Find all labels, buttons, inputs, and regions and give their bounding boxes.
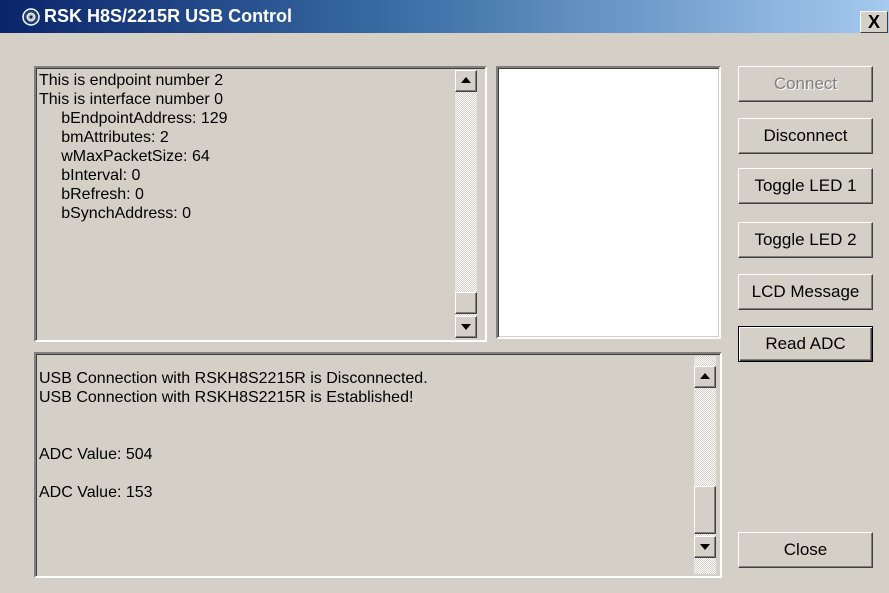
text-line bbox=[39, 463, 428, 482]
scroll-down-arrow-icon bbox=[461, 324, 471, 330]
text-line: ADC Value: 504 bbox=[39, 446, 153, 463]
log-box[interactable]: USB Connection with RSKH8S2215R is Disco… bbox=[34, 352, 722, 578]
usb-control-window: RSK H8S/2215R USB Control X This is endp… bbox=[0, 0, 889, 593]
toggle-led-1-button[interactable]: Toggle LED 1 bbox=[738, 168, 873, 204]
scroll-down-button[interactable] bbox=[694, 536, 716, 558]
text-line: USB Connection with RSKH8S2215R is Estab… bbox=[39, 389, 414, 406]
text-line bbox=[39, 406, 428, 425]
scroll-up-arrow-icon bbox=[461, 77, 471, 83]
text-line: This is endpoint number 2 bbox=[39, 72, 224, 89]
text-line: bEndpointAddress: 129 bbox=[39, 110, 228, 127]
toggle-led-2-button[interactable]: Toggle LED 2 bbox=[738, 222, 873, 258]
disconnect-button[interactable]: Disconnect bbox=[738, 118, 873, 154]
text-line: bmAttributes: 2 bbox=[39, 129, 169, 146]
text-line: ADC Value: 153 bbox=[39, 484, 153, 501]
text-line: bRefresh: 0 bbox=[39, 186, 144, 203]
text-line: bSynchAddress: 0 bbox=[39, 205, 192, 222]
endpoint-info-scrollbar[interactable] bbox=[455, 70, 477, 338]
text-line: This is interface number 0 bbox=[39, 91, 224, 108]
usb-control-icon bbox=[22, 8, 40, 26]
scroll-thumb[interactable] bbox=[455, 292, 477, 314]
text-line: USB Connection with RSKH8S2215R is Disco… bbox=[39, 370, 428, 387]
text-line: wMaxPacketSize: 64 bbox=[39, 148, 210, 165]
scroll-up-arrow-icon bbox=[700, 373, 710, 379]
connect-button[interactable]: Connect bbox=[738, 66, 873, 102]
window-title: RSK H8S/2215R USB Control bbox=[44, 6, 293, 26]
read-adc-button[interactable]: Read ADC bbox=[738, 326, 873, 362]
log-text: USB Connection with RSKH8S2215R is Disco… bbox=[39, 368, 428, 501]
title-bar[interactable]: RSK H8S/2215R USB Control X bbox=[0, 0, 889, 33]
text-line bbox=[39, 425, 428, 444]
display-panel bbox=[496, 66, 721, 339]
scroll-up-button[interactable] bbox=[694, 366, 716, 388]
endpoint-info-text: This is endpoint number 2 This is interfa… bbox=[39, 71, 228, 223]
lcd-message-button[interactable]: LCD Message bbox=[738, 274, 873, 310]
close-window-button[interactable]: X bbox=[860, 11, 888, 33]
scroll-up-button[interactable] bbox=[455, 70, 477, 92]
close-button[interactable]: Close bbox=[738, 532, 873, 568]
log-scrollbar[interactable] bbox=[694, 356, 716, 574]
scroll-thumb[interactable] bbox=[694, 486, 716, 534]
scroll-down-button[interactable] bbox=[455, 316, 477, 338]
scroll-down-arrow-icon bbox=[700, 544, 710, 550]
endpoint-info-box[interactable]: This is endpoint number 2 This is interfa… bbox=[34, 66, 487, 342]
text-line: bInterval: 0 bbox=[39, 167, 141, 184]
